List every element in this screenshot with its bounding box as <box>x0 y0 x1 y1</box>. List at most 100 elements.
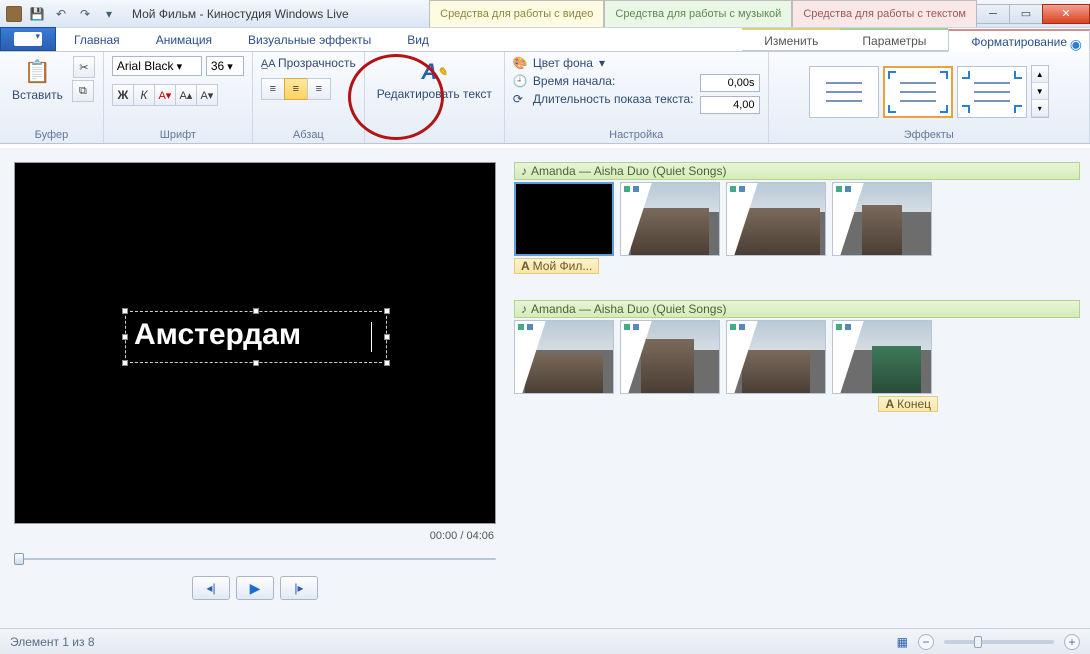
ribbon-tabs: Главная Анимация Визуальные эффекты Вид … <box>0 28 1090 52</box>
undo-icon[interactable]: ↶ <box>52 5 70 23</box>
clip-8[interactable] <box>832 320 932 394</box>
tab-animation[interactable]: Анимация <box>138 29 230 51</box>
resize-handle-n[interactable] <box>253 308 259 314</box>
overlay-text: Амстердам <box>126 312 386 358</box>
tab-view[interactable]: Вид <box>389 29 447 51</box>
maximize-button[interactable]: ▭ <box>1009 4 1043 24</box>
text-overlay-box[interactable]: Амстердам <box>125 311 387 363</box>
group-font: Arial Black ▾ 36 ▾ Ж К A▾ A▴ A▾ Шрифт <box>104 52 253 143</box>
clip-3[interactable] <box>726 182 826 256</box>
clip-2[interactable] <box>620 182 720 256</box>
resize-handle-s[interactable] <box>253 360 259 366</box>
text-clip-end[interactable]: AКонец <box>878 396 938 412</box>
preview-monitor[interactable]: Амстердам <box>14 162 496 524</box>
tab-home[interactable]: Главная <box>56 29 138 51</box>
align-right-button[interactable]: ≡ <box>307 78 331 100</box>
timeline-pane: ♪Amanda — Aisha Duo (Quiet Songs) AМой Ф… <box>510 148 1090 628</box>
context-tab-text[interactable]: Средства для работы с текстом <box>792 0 977 27</box>
clip-1[interactable] <box>514 182 614 256</box>
status-item-count: Элемент 1 из 8 <box>10 635 95 649</box>
seek-slider[interactable] <box>14 552 496 566</box>
font-size-combo[interactable]: 36 ▾ <box>206 56 244 76</box>
edit-text-icon: A✎ <box>418 58 450 86</box>
quick-access-toolbar: 💾 ↶ ↷ ▾ <box>0 5 124 23</box>
paint-icon: 🎨 <box>513 56 527 70</box>
resize-handle-nw[interactable] <box>122 308 128 314</box>
zoom-out-button[interactable]: − <box>918 634 934 650</box>
effect-thumb-1[interactable] <box>809 66 879 118</box>
clip-5[interactable] <box>514 320 614 394</box>
group-effects: ▲ ▼ ▾ Эффекты <box>769 52 1090 143</box>
status-bar: Элемент 1 из 8 ▦ − + <box>0 628 1090 654</box>
duration-label: Длительность показа текста: <box>533 92 694 106</box>
context-subtabs: Изменить Параметры Форматирование <box>742 28 1090 51</box>
text-clip-1[interactable]: AМой Фил... <box>514 258 599 274</box>
duration-input[interactable] <box>700 96 760 114</box>
font-name-combo[interactable]: Arial Black ▾ <box>112 56 202 76</box>
tab-visual-effects[interactable]: Визуальные эффекты <box>230 29 389 51</box>
redo-icon[interactable]: ↷ <box>76 5 94 23</box>
effects-scroll-up[interactable]: ▲ <box>1032 66 1048 83</box>
resize-handle-ne[interactable] <box>384 308 390 314</box>
prev-frame-button[interactable]: ◂| <box>192 576 230 600</box>
grow-font-button[interactable]: A▴ <box>175 84 197 106</box>
file-menu-button[interactable] <box>0 27 56 51</box>
edit-text-label: Редактировать текст <box>377 88 492 101</box>
resize-handle-sw[interactable] <box>122 360 128 366</box>
clip-6[interactable] <box>620 320 720 394</box>
save-icon[interactable]: 💾 <box>28 5 46 23</box>
resize-handle-e[interactable] <box>384 334 390 340</box>
subtab-format[interactable]: Форматирование <box>948 29 1090 52</box>
minimize-button[interactable]: ─ <box>976 4 1010 24</box>
seek-thumb[interactable] <box>14 553 24 565</box>
effects-expand[interactable]: ▾ <box>1032 100 1048 117</box>
clip-row-2 <box>514 320 1080 394</box>
start-time-input[interactable] <box>700 74 760 92</box>
effect-thumb-2[interactable] <box>883 66 953 118</box>
subtab-params[interactable]: Параметры <box>840 28 948 51</box>
context-tab-video[interactable]: Средства для работы с видео <box>429 0 604 27</box>
zoom-slider[interactable] <box>944 640 1054 644</box>
app-icon <box>6 6 22 22</box>
clip-4[interactable] <box>832 182 932 256</box>
zoom-thumb[interactable] <box>974 636 982 648</box>
resize-handle-w[interactable] <box>122 334 128 340</box>
edit-text-button[interactable]: A✎ Редактировать текст <box>373 56 496 103</box>
resize-handle-se[interactable] <box>384 360 390 366</box>
play-button[interactable]: ▶ <box>236 576 274 600</box>
context-tab-music[interactable]: Средства для работы с музыкой <box>604 0 792 27</box>
italic-button[interactable]: К <box>133 84 155 106</box>
clock-icon: 🕘 <box>513 74 527 88</box>
paste-button[interactable]: 📋 Вставить <box>8 56 67 104</box>
preview-pane: Амстердам 00:00 / 04:06 ◂| ▶ |▸ <box>0 148 510 628</box>
group-clipboard: 📋 Вставить ✂ ⧉ Буфер <box>0 52 104 143</box>
clip-7[interactable] <box>726 320 826 394</box>
transparency-button[interactable]: A̲A Прозрачность <box>261 56 356 70</box>
font-color-button[interactable]: A▾ <box>154 84 176 106</box>
cut-button[interactable]: ✂ <box>73 56 95 78</box>
shrink-font-button[interactable]: A▾ <box>196 84 218 106</box>
window-controls: ─ ▭ ✕ <box>977 4 1090 24</box>
qat-more-icon[interactable]: ▾ <box>100 5 118 23</box>
zoom-in-button[interactable]: + <box>1064 634 1080 650</box>
music-track-2-header[interactable]: ♪Amanda — Aisha Duo (Quiet Songs) <box>514 300 1080 318</box>
effect-thumb-3[interactable] <box>957 66 1027 118</box>
ribbon: 📋 Вставить ✂ ⧉ Буфер Arial Black ▾ 36 ▾ … <box>0 52 1090 144</box>
group-effects-label: Эффекты <box>777 127 1081 141</box>
next-frame-button[interactable]: |▸ <box>280 576 318 600</box>
close-button[interactable]: ✕ <box>1042 4 1090 24</box>
copy-button[interactable]: ⧉ <box>72 80 94 102</box>
music-note-icon: ♪ <box>521 164 527 178</box>
align-center-button[interactable]: ≡ <box>284 78 308 100</box>
window-title: Мой Фильм - Киностудия Windows Live <box>124 7 349 21</box>
effects-scroll-down[interactable]: ▼ <box>1032 83 1048 100</box>
bg-color-button[interactable]: 🎨Цвет фона ▾ <box>513 56 694 70</box>
help-icon[interactable]: ◉ <box>1070 36 1082 53</box>
music-track-1-header[interactable]: ♪Amanda — Aisha Duo (Quiet Songs) <box>514 162 1080 180</box>
group-edit-text: A✎ Редактировать текст <box>365 52 505 143</box>
subtab-edit[interactable]: Изменить <box>742 28 840 51</box>
playback-controls: ◂| ▶ |▸ <box>14 576 496 600</box>
view-toggle-icon[interactable]: ▦ <box>897 635 908 649</box>
bold-button[interactable]: Ж <box>112 84 134 106</box>
align-left-button[interactable]: ≡ <box>261 78 285 100</box>
